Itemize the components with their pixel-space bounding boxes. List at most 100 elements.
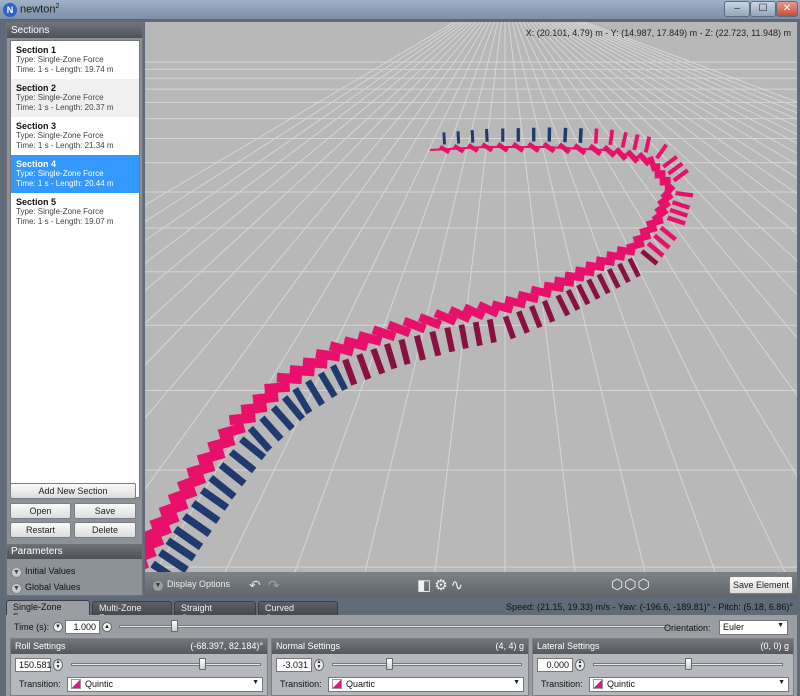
tab-single-zone-force[interactable]: Single-Zone Force (6, 600, 90, 622)
track-tie (547, 127, 552, 142)
lateral-spinner[interactable]: ▲ ▼ (575, 659, 585, 671)
lateral-transition-select[interactable]: Quintic ▼ (589, 677, 789, 692)
section-item[interactable]: Section 1 Type: Single-Zone Force Time: … (11, 41, 139, 79)
transition-curve-icon (332, 679, 342, 689)
chevron-down-icon: ▼ (11, 583, 22, 594)
section-info: Time: 1 s - Length: 20.44 m (16, 179, 114, 188)
restart-button[interactable]: Restart (10, 522, 71, 538)
time-increment-button[interactable]: ▲ (102, 622, 112, 632)
roll-transition-select[interactable]: Quintic ▼ (67, 677, 263, 692)
delete-button[interactable]: Delete (74, 522, 136, 538)
normal-value-input[interactable]: -3.031 (276, 658, 312, 672)
time-slider[interactable] (119, 625, 667, 628)
settings-area: Time (s): ▼ 1.000 ▲ Orientation: Euler ▼ … (6, 615, 797, 696)
chevron-down-icon: ▼ (777, 622, 784, 629)
lateral-settings-panel: Lateral Settings (0, 0) g 0.000 ▲ ▼ Trans… (532, 638, 794, 696)
section-info: Time: 1 s - Length: 19.07 m (16, 217, 114, 226)
save-button[interactable]: Save (74, 503, 136, 519)
cube-view-icon[interactable]: ⬡ (624, 576, 637, 592)
gear-icon[interactable]: ⚙ (434, 577, 450, 594)
wave-icon[interactable]: ∿ (451, 577, 467, 594)
track-render (145, 22, 797, 572)
section-type: Type: Single-Zone Force (16, 207, 104, 216)
lateral-slider-thumb[interactable] (685, 658, 692, 670)
normal-slider[interactable] (332, 663, 522, 666)
section-item[interactable]: Section 5 Type: Single-Zone Force Time: … (11, 193, 139, 231)
tab-straight-geometry[interactable]: Straight Geometry (174, 601, 256, 623)
section-title: Section 2 (16, 83, 57, 93)
normal-slider-thumb[interactable] (386, 658, 393, 670)
chevron-down-icon: ▼ (252, 679, 259, 686)
chevron-down-icon: ▼ (153, 581, 163, 591)
sections-panel: Sections Section 1 Type: Single-Zone For… (6, 22, 143, 596)
title-bar: N newton2 – ☐ ✕ (0, 0, 800, 20)
save-element-button[interactable]: Save Element (729, 576, 793, 594)
undo-icon[interactable]: ↶ (249, 577, 261, 594)
section-title: Section 3 (16, 121, 57, 131)
parameters-header: Parameters (7, 544, 142, 559)
close-button[interactable]: ✕ (776, 1, 798, 17)
coordinates-readout: X: (20.101, 4.79) m - Y: (14.987, 17.849… (525, 28, 791, 38)
section-item[interactable]: Section 3 Type: Single-Zone Force Time: … (11, 117, 139, 155)
normal-settings-header: Normal Settings (4, 4) g (272, 639, 528, 654)
time-slider-thumb[interactable] (170, 620, 178, 632)
roll-spinner[interactable]: ▲ ▼ (53, 659, 63, 671)
normal-settings-title: Normal Settings (276, 641, 341, 651)
redo-icon[interactable]: ↷ (268, 577, 280, 594)
display-options-toggle[interactable]: ▼ Display Options (153, 579, 230, 591)
status-readout: Speed: (21.15, 19.33) m/s - Yaw: (-196.6… (505, 602, 793, 612)
tab-curved-geometry[interactable]: Curved Geometry (258, 601, 338, 623)
lateral-transition-value: Quintic (607, 679, 636, 689)
track-tie (485, 128, 489, 142)
track-tie (532, 127, 536, 142)
transition-curve-icon (593, 679, 603, 689)
sections-list: Section 1 Type: Single-Zone Force Time: … (10, 40, 140, 498)
roll-settings-panel: Roll Settings (-68.397, 82.184)° 150.581… (10, 638, 268, 696)
lateral-value-input[interactable]: 0.000 (537, 658, 573, 672)
normal-spinner[interactable]: ▲ ▼ (314, 659, 324, 671)
roll-value-input[interactable]: 150.581 (15, 658, 52, 672)
roll-settings-title: Roll Settings (15, 641, 66, 651)
section-type: Type: Single-Zone Force (16, 131, 104, 140)
track-tie (563, 127, 568, 143)
3d-viewport[interactable]: X: (20.101, 4.79) m - Y: (14.987, 17.849… (145, 22, 797, 572)
orientation-select[interactable]: Euler ▼ (719, 620, 788, 635)
section-type: Type: Single-Zone Force (16, 55, 104, 64)
initial-values-expander[interactable]: ▼ Initial Values (11, 566, 75, 578)
minimize-button[interactable]: – (724, 1, 750, 17)
global-values-expander[interactable]: ▼ Global Values (11, 582, 80, 594)
roll-transition-value: Quintic (85, 679, 114, 689)
section-item[interactable]: Section 2 Type: Single-Zone Force Time: … (11, 79, 139, 117)
track-tie (578, 128, 583, 143)
section-info: Time: 1 s - Length: 20.37 m (16, 103, 114, 112)
normal-transition-value: Quartic (346, 679, 376, 689)
time-decrement-button[interactable]: ▼ (53, 622, 63, 632)
sections-header: Sections (7, 23, 142, 38)
tab-multi-zone-force[interactable]: Multi-Zone Force (92, 601, 172, 623)
roll-slider[interactable] (71, 663, 261, 666)
time-input[interactable]: 1.000 (65, 620, 100, 634)
normal-range: (4, 4) g (495, 641, 524, 651)
roll-slider-thumb[interactable] (199, 658, 207, 670)
cube-view-icon[interactable]: ⬡ (611, 576, 624, 592)
open-button[interactable]: Open (10, 503, 71, 519)
add-section-button[interactable]: Add New Section (10, 483, 136, 499)
section-title: Section 5 (16, 197, 57, 207)
orientation-label: Orientation: (664, 623, 711, 633)
section-type: Type: Single-Zone Force (16, 93, 104, 102)
maximize-button[interactable]: ☐ (750, 1, 776, 17)
view-tools: ◧⚙∿ (417, 576, 466, 594)
flip-icon[interactable]: ◧ (417, 577, 434, 594)
view-toolbar: ▼ Display Options ↶ ↷ ◧⚙∿ ⬡⬡⬡ Save Elemen… (145, 572, 797, 598)
normal-transition-select[interactable]: Quartic ▼ (328, 677, 524, 692)
roll-transition-label: Transition: (19, 679, 61, 689)
roll-range: (-68.397, 82.184)° (190, 641, 263, 651)
display-options-label: Display Options (167, 579, 231, 589)
lateral-range: (0, 0) g (760, 641, 789, 651)
cube-view-icon[interactable]: ⬡ (637, 576, 650, 592)
section-title: Section 1 (16, 45, 57, 55)
section-info: Time: 1 s - Length: 19.74 m (16, 65, 114, 74)
section-item-selected[interactable]: Section 4 Type: Single-Zone Force Time: … (11, 155, 139, 193)
window-title-text: newton (20, 3, 56, 16)
lateral-settings-title: Lateral Settings (537, 641, 600, 651)
